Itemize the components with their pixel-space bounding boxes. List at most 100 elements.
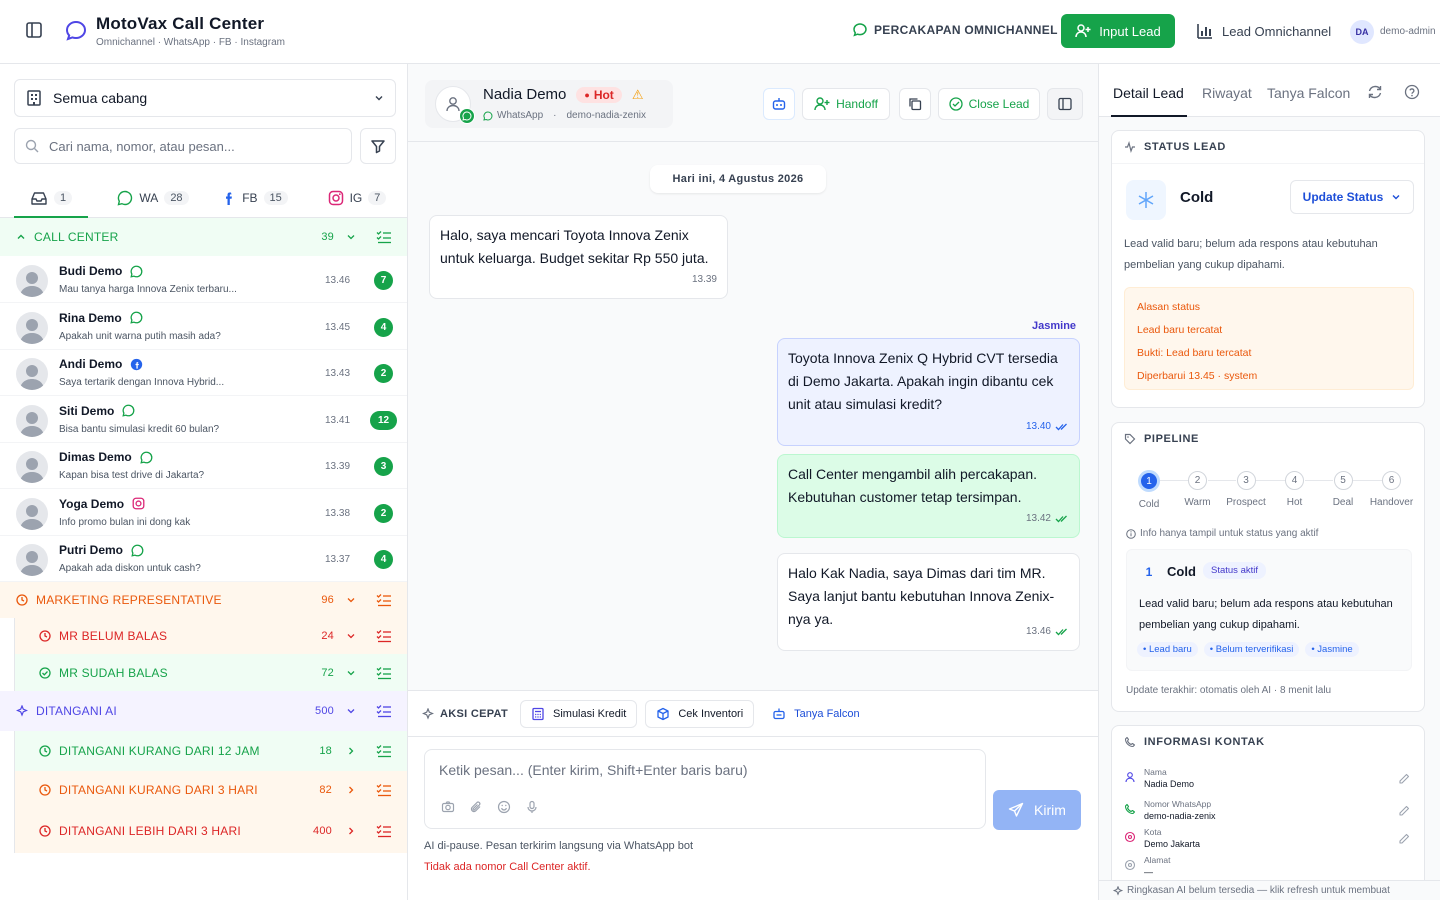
conversation-item[interactable]: Siti Demo Bisa bantu simulasi kredit 60 b… bbox=[0, 397, 407, 443]
conversation-item[interactable]: Dimas Demo Kapan bisa test drive di Jakar… bbox=[0, 443, 407, 489]
edit-icon[interactable] bbox=[1398, 833, 1410, 845]
sidebar-toggle-icon[interactable] bbox=[24, 20, 44, 40]
section-ai-count: 500 bbox=[315, 705, 334, 717]
subsection-ai-12-jam[interactable]: DITANGANI KURANG DARI 12 JAM 18 bbox=[14, 731, 407, 771]
camera-icon[interactable] bbox=[441, 800, 455, 814]
double-check-icon bbox=[1055, 423, 1067, 430]
building-icon bbox=[27, 90, 41, 106]
conversation-item[interactable]: Yoga Demo Info promo bulan ini dong kak 13… bbox=[0, 490, 407, 536]
ai-12-jam-label: DITANGANI KURANG DARI 12 JAM bbox=[59, 744, 260, 758]
pipeline-step[interactable]: 5 Deal bbox=[1320, 471, 1366, 508]
copy-button[interactable] bbox=[899, 88, 931, 120]
inbox-icon bbox=[31, 191, 47, 205]
clock-icon bbox=[16, 594, 28, 606]
app-subtitle: Omnichannel · WhatsApp · FB · Instagram bbox=[96, 37, 285, 48]
emoji-icon[interactable] bbox=[497, 800, 511, 814]
conversation-item[interactable]: Rina Demo Apakah unit warna putih masih a… bbox=[0, 304, 407, 350]
pipeline-last-update: Update terakhir: otomatis oleh AI · 8 me… bbox=[1126, 685, 1332, 696]
section-marketing-count: 96 bbox=[321, 594, 334, 606]
phone-icon bbox=[1124, 803, 1136, 815]
search-input[interactable] bbox=[49, 138, 329, 154]
conversation-search[interactable] bbox=[14, 128, 352, 164]
subsection-ai-lebih-3-hari[interactable]: DITANGANI LEBIH DARI 3 HARI 400 bbox=[14, 809, 407, 853]
pipeline-card: PIPELINE 1 Cold 2 Warm 3 Prospect 4 Hot 5 Deal 6 Ha… bbox=[1111, 422, 1425, 712]
section-call-center-label: CALL CENTER bbox=[34, 230, 119, 244]
edit-icon[interactable] bbox=[1398, 773, 1410, 785]
conversation-item[interactable]: Andi Demo Saya tertarik dengan Innova Hyb… bbox=[0, 350, 407, 396]
message-input[interactable] bbox=[439, 762, 959, 784]
tab-whatsapp[interactable]: WA 28 bbox=[102, 178, 204, 217]
bot-button[interactable] bbox=[763, 88, 795, 120]
panel-toggle-button[interactable] bbox=[1047, 88, 1083, 120]
username[interactable]: demo-admin bbox=[1380, 26, 1436, 37]
conversation-name: Budi Demo bbox=[59, 264, 123, 278]
nav-omnichannel[interactable]: PERCAKAPAN OMNICHANNEL bbox=[852, 22, 1058, 38]
pipeline-step-label: Deal bbox=[1332, 497, 1354, 508]
message-time: 13.46 bbox=[1025, 626, 1051, 637]
update-status-button[interactable]: Update Status bbox=[1290, 180, 1414, 214]
help-icon[interactable] bbox=[1404, 84, 1420, 100]
subsection-ai-3-hari[interactable]: DITANGANI KURANG DARI 3 HARI 82 bbox=[14, 771, 407, 809]
pipeline-info-text: Info hanya tampil untuk status yang akti… bbox=[1140, 528, 1319, 539]
close-lead-button[interactable]: Close Lead bbox=[938, 88, 1040, 120]
input-lead-button[interactable]: Input Lead bbox=[1061, 14, 1175, 48]
refresh-icon[interactable] bbox=[1367, 84, 1383, 100]
quick-cek-inventori[interactable]: Cek Inventori bbox=[645, 699, 755, 728]
tab-inbox[interactable]: 1 bbox=[0, 178, 102, 218]
tab-tanya-falcon[interactable]: Tanya Falcon bbox=[1267, 85, 1350, 101]
status-lead-title: STATUS LEAD bbox=[1144, 141, 1226, 153]
paperclip-icon[interactable] bbox=[469, 800, 483, 814]
tasks-icon bbox=[376, 630, 391, 643]
pipeline-step[interactable]: 3 Prospect bbox=[1223, 471, 1269, 508]
quick-simulasi-kredit[interactable]: Simulasi Kredit bbox=[520, 699, 638, 728]
section-marketing[interactable]: MARKETING REPRESENTATIVE 96 bbox=[0, 582, 407, 618]
whatsapp-icon bbox=[130, 311, 143, 324]
message-system: Call Center mengambil alih percakapan. K… bbox=[777, 454, 1080, 538]
microphone-icon[interactable] bbox=[525, 800, 539, 814]
edit-icon[interactable] bbox=[1398, 805, 1410, 817]
conversation-item[interactable]: Budi Demo Mau tanya harga Innova Zenix te… bbox=[0, 257, 407, 303]
tab-facebook[interactable]: FB 15 bbox=[204, 178, 306, 217]
message-outgoing-agent: Halo Kak Nadia, saya Dimas dari tim MR. … bbox=[777, 553, 1080, 651]
ai-summary-text: Ringkasan AI belum tersedia — klik refre… bbox=[1127, 885, 1390, 896]
ai-summary-footer: Ringkasan AI belum tersedia — klik refre… bbox=[1099, 880, 1440, 900]
contact-card[interactable]: Nadia Demo ● Hot ⚠ WhatsApp · demo-nadia-… bbox=[425, 80, 673, 128]
chat-panel: Nadia Demo ● Hot ⚠ WhatsApp · demo-nadia-… bbox=[408, 64, 1098, 900]
location-icon bbox=[1124, 831, 1136, 843]
user-avatar[interactable]: DA bbox=[1350, 20, 1374, 44]
contact-field-whatsapp: Nomor WhatsApp demo-nadia-zenix bbox=[1124, 799, 1414, 829]
subsection-mr-belum-balas[interactable]: MR BELUM BALAS 24 bbox=[14, 618, 407, 654]
chevron-right-icon bbox=[349, 747, 354, 755]
section-call-center[interactable]: CALL CENTER 39 bbox=[0, 218, 407, 256]
pipeline-step-number: 5 bbox=[1333, 471, 1353, 490]
conversation-time: 13.46 bbox=[325, 275, 351, 286]
subsection-mr-sudah-balas[interactable]: MR SUDAH BALAS 72 bbox=[14, 654, 407, 691]
nav-lead-omnichannel[interactable]: Lead Omnichannel bbox=[1196, 22, 1331, 40]
pipeline-step[interactable]: 4 Hot bbox=[1272, 471, 1318, 508]
pipeline-step[interactable]: 6 Handover bbox=[1369, 471, 1415, 508]
contact-field-label: Kota bbox=[1144, 827, 1162, 837]
ai-3-hari-label: DITANGANI KURANG DARI 3 HARI bbox=[59, 783, 258, 797]
pipeline-step-label: Warm bbox=[1184, 497, 1211, 508]
conversation-name: Dimas Demo bbox=[59, 450, 132, 464]
section-ditangani-ai[interactable]: DITANGANI AI 500 bbox=[0, 691, 407, 731]
check-circle-icon bbox=[39, 666, 51, 679]
tab-detail-lead[interactable]: Detail Lead bbox=[1113, 85, 1184, 101]
sparkle-icon bbox=[16, 705, 28, 717]
branch-select[interactable]: Semua cabang bbox=[14, 79, 396, 117]
tab-riwayat[interactable]: Riwayat bbox=[1202, 85, 1252, 101]
tab-instagram-count: 7 bbox=[368, 190, 387, 205]
pipeline-step[interactable]: 2 Warm bbox=[1175, 471, 1221, 508]
filter-button[interactable] bbox=[360, 128, 396, 164]
tab-instagram[interactable]: IG 7 bbox=[306, 178, 407, 217]
conversation-item[interactable]: Putri Demo Apakah ada diskon untuk cash? 1… bbox=[0, 536, 407, 582]
conversation-name: Yoga Demo bbox=[59, 496, 125, 511]
handoff-button[interactable]: Handoff bbox=[802, 88, 890, 120]
top-bar: MotoVax Call Center Omnichannel · WhatsA… bbox=[0, 0, 1440, 64]
message-time: 13.42 bbox=[1025, 513, 1051, 524]
quick-tanya-falcon[interactable]: Tanya Falcon bbox=[762, 699, 870, 728]
detail-tabs: Detail Lead Riwayat Tanya Falcon bbox=[1099, 64, 1440, 117]
pipeline-step[interactable]: 1 Cold bbox=[1126, 470, 1172, 510]
send-button[interactable]: Kirim bbox=[993, 790, 1081, 830]
message-text: Halo, saya mencari Toyota Innova Zenix u… bbox=[440, 227, 709, 266]
